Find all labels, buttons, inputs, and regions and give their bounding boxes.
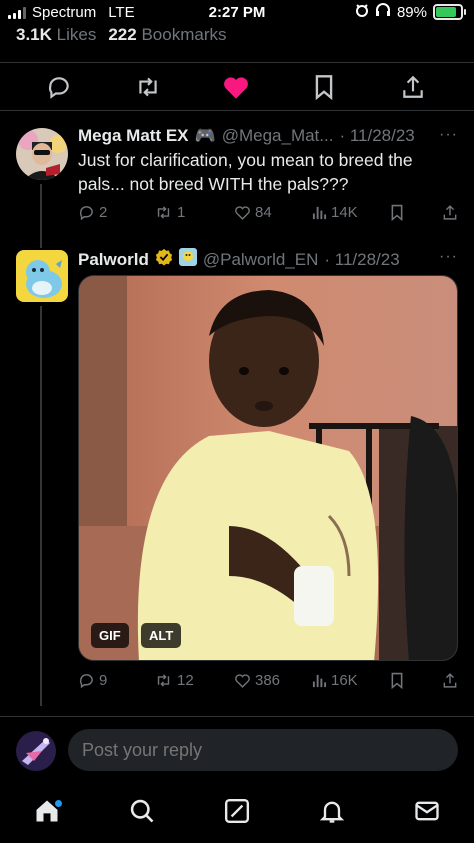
tweet-header: Palworld @Palworld_EN · 11/28/23 bbox=[78, 248, 400, 271]
like-count[interactable]: 84 bbox=[234, 204, 272, 221]
grok-icon[interactable] bbox=[220, 794, 254, 828]
notifications-icon[interactable] bbox=[315, 794, 349, 828]
view-count[interactable]: 14K bbox=[312, 204, 358, 221]
headphones-icon bbox=[375, 3, 391, 21]
author-name[interactable]: Mega Matt EX bbox=[78, 126, 189, 146]
thread-line bbox=[40, 306, 42, 706]
reply-icon[interactable] bbox=[44, 72, 74, 102]
search-icon[interactable] bbox=[125, 794, 159, 828]
author-name[interactable]: Palworld bbox=[78, 250, 149, 270]
share-icon[interactable] bbox=[442, 204, 458, 221]
divider bbox=[0, 62, 474, 63]
gif-media[interactable]: GIF ALT bbox=[78, 275, 458, 661]
avatar[interactable] bbox=[16, 128, 68, 180]
alarm-icon bbox=[355, 3, 369, 21]
more-options-button[interactable]: ··· bbox=[439, 248, 458, 266]
author-handle[interactable]: @Palworld_EN bbox=[203, 250, 319, 270]
share-icon[interactable] bbox=[442, 672, 458, 689]
bookmark-icon[interactable] bbox=[390, 672, 404, 689]
retweet-count[interactable]: 1 bbox=[154, 204, 185, 221]
user-avatar[interactable] bbox=[16, 731, 56, 771]
share-icon[interactable] bbox=[398, 72, 428, 102]
battery-percent: 89% bbox=[396, 3, 427, 21]
bottom-tab-bar bbox=[0, 784, 474, 843]
divider bbox=[0, 110, 474, 111]
tweet-metrics: 9 12 386 16K bbox=[78, 672, 458, 694]
divider bbox=[0, 716, 474, 717]
likes-stat[interactable]: 3.1K Likes bbox=[16, 25, 96, 45]
home-icon[interactable] bbox=[30, 794, 64, 828]
like-count[interactable]: 386 bbox=[234, 672, 280, 689]
reply-input[interactable] bbox=[68, 729, 458, 771]
view-count[interactable]: 16K bbox=[312, 672, 358, 689]
tweet-header: Mega Matt EX 🎮 @Mega_Mat... · 11/28/23 bbox=[78, 126, 415, 146]
verified-badge-icon bbox=[155, 248, 173, 271]
tweet-text: Just for clarification, you mean to bree… bbox=[78, 150, 413, 194]
status-bar: Spectrum LTE 2:27 PM 89% bbox=[0, 0, 474, 26]
tweet-stats: 3.1K Likes 222 Bookmarks bbox=[16, 25, 226, 45]
tweet-date: · 11/28/23 bbox=[324, 249, 400, 269]
more-options-button[interactable]: ··· bbox=[439, 126, 458, 144]
avatar[interactable] bbox=[16, 250, 68, 302]
tweet-metrics: 2 1 84 14K bbox=[78, 204, 458, 226]
alt-text-button[interactable]: ALT bbox=[141, 623, 182, 648]
controller-emoji: 🎮 bbox=[194, 126, 216, 145]
status-right: 89% bbox=[355, 3, 466, 21]
bookmark-icon[interactable] bbox=[390, 204, 404, 221]
gif-badge: GIF bbox=[91, 623, 129, 648]
reply-count[interactable]: 9 bbox=[78, 672, 107, 689]
retweet-icon[interactable] bbox=[133, 72, 163, 102]
reply-count[interactable]: 2 bbox=[78, 204, 107, 221]
battery-icon bbox=[433, 4, 466, 20]
reply-tweet[interactable]: Mega Matt EX 🎮 @Mega_Mat... · 11/28/23 ·… bbox=[0, 118, 474, 248]
affiliate-logo-icon bbox=[178, 248, 197, 271]
heart-icon[interactable] bbox=[221, 72, 251, 102]
bookmarks-stat[interactable]: 222 Bookmarks bbox=[108, 25, 226, 45]
tweet-action-bar bbox=[0, 64, 474, 108]
messages-icon[interactable] bbox=[410, 794, 444, 828]
author-handle[interactable]: @Mega_Mat... bbox=[222, 126, 334, 146]
retweet-count[interactable]: 12 bbox=[154, 672, 194, 689]
tweet-date: · 11/28/23 bbox=[339, 126, 415, 145]
bookmark-icon[interactable] bbox=[309, 72, 339, 102]
gif-frame bbox=[79, 276, 457, 660]
notification-dot bbox=[55, 800, 62, 807]
